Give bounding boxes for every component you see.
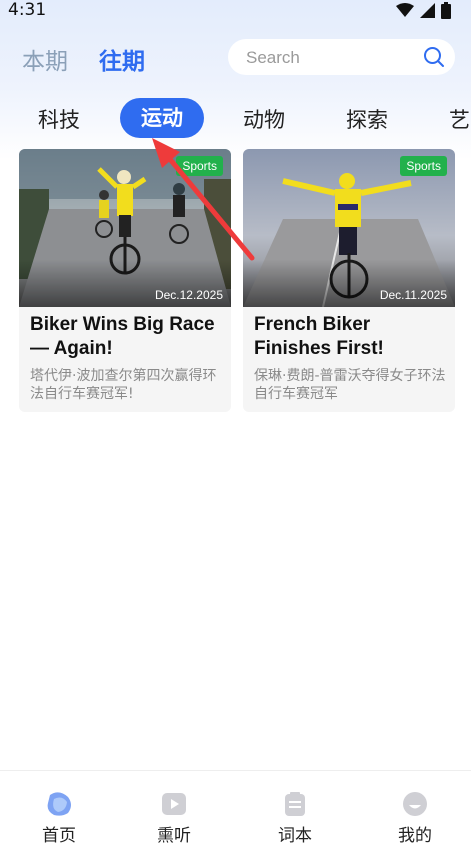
article-image: Sports Dec.11.2025 — [243, 149, 455, 307]
search-input[interactable] — [244, 39, 423, 77]
nav-item-profile[interactable]: 我的 — [356, 771, 471, 846]
article-subtitle: 保琳·费朗-普雷沃夺得女子环法自行车赛冠军 — [254, 368, 446, 402]
bottom-navigation: 首页 熏听 词本 我的 — [0, 770, 471, 846]
play-icon — [162, 793, 186, 815]
status-time: 4:31 — [8, 0, 47, 20]
cellular-signal-icon — [420, 3, 435, 18]
status-icons — [396, 2, 451, 19]
nav-label: 首页 — [42, 826, 76, 846]
notebook-icon — [285, 792, 305, 816]
nav-label: 我的 — [398, 826, 432, 846]
nav-item-listen[interactable]: 熏听 — [115, 771, 233, 846]
article-subtitle: 塔代伊·波加查尔第四次赢得环法自行车赛冠军! — [30, 368, 217, 402]
article-date: Dec.11.2025 — [379, 288, 447, 302]
article-card[interactable]: Sports Dec.11.2025 French Biker Finishes… — [243, 149, 455, 412]
category-badge: Sports — [400, 156, 447, 176]
article-image: Sports Dec.12.2025 — [19, 149, 231, 307]
category-tab-animals[interactable]: 动物 — [243, 104, 285, 134]
category-tabs: 科技 运动 动物 探索 艺 — [0, 98, 471, 138]
profile-icon — [403, 792, 427, 816]
search-box[interactable] — [228, 39, 455, 77]
category-tab-tech[interactable]: 科技 — [38, 104, 80, 134]
search-icon[interactable] — [423, 46, 445, 68]
battery-icon — [441, 2, 451, 19]
article-title: French Biker Finishes First! — [254, 314, 384, 359]
nav-label: 熏听 — [157, 826, 191, 846]
nav-label: 词本 — [278, 826, 312, 846]
article-title: Biker Wins Big Race — Again! — [30, 314, 215, 359]
article-card[interactable]: Sports Dec.12.2025 Biker Wins Big Race —… — [19, 149, 231, 412]
tab-current-issue[interactable]: 本期 — [22, 42, 68, 76]
category-badge: Sports — [176, 156, 223, 176]
nav-item-home[interactable]: 首页 — [0, 771, 118, 846]
category-tab-sports[interactable]: 运动 — [120, 98, 204, 138]
status-bar: 4:31 — [0, 0, 471, 22]
wifi-icon — [396, 3, 414, 17]
category-tab-explore[interactable]: 探索 — [346, 104, 388, 134]
article-date: Dec.12.2025 — [154, 288, 223, 302]
home-icon — [47, 792, 71, 816]
nav-item-wordbook[interactable]: 词本 — [236, 771, 354, 846]
tab-past-issues[interactable]: 往期 — [99, 42, 145, 76]
category-tab-art[interactable]: 艺 — [449, 104, 470, 134]
